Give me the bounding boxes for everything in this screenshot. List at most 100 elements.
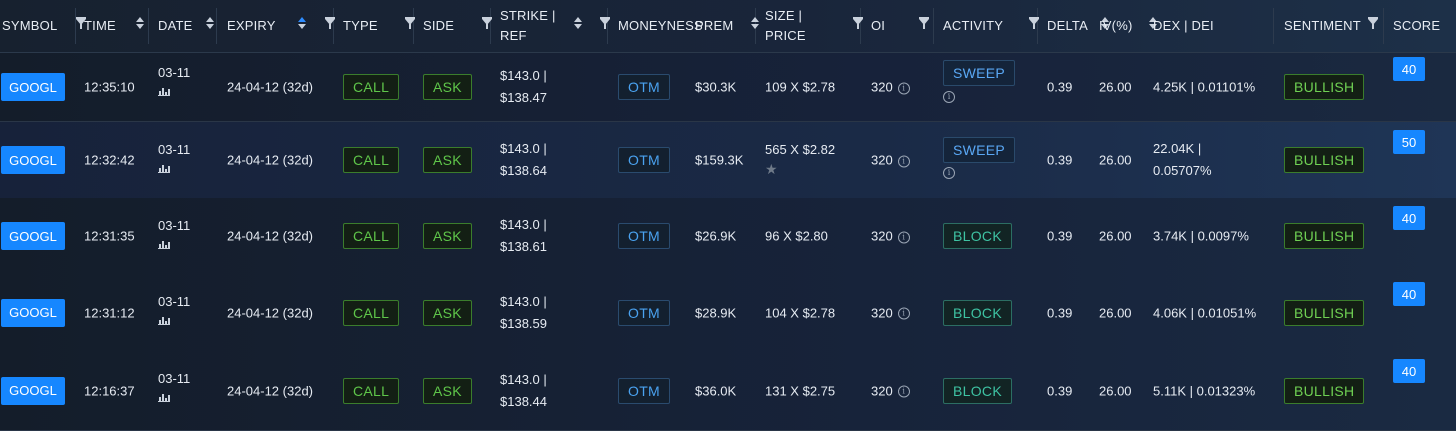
- symbol-button[interactable]: GOOGL: [1, 222, 65, 250]
- expiry-cell: 24-04-12 (32d): [227, 383, 313, 398]
- bar-chart-icon[interactable]: [158, 86, 170, 96]
- strike-value: $143.0 |: [500, 68, 547, 83]
- sentiment-badge: BULLISH: [1284, 74, 1365, 100]
- sentiment-badge: BULLISH: [1284, 377, 1365, 404]
- column-header-side[interactable]: SIDE: [423, 0, 454, 52]
- sort-icon[interactable]: [751, 17, 759, 29]
- bar-chart-icon[interactable]: [158, 392, 170, 402]
- table-row[interactable]: GOOGL 12:16:37 03-11 24-04-12 (32d) CALL ASK $…: [0, 351, 1456, 431]
- column-header-sentiment[interactable]: SENTIMENT: [1284, 0, 1361, 52]
- sort-icon[interactable]: [206, 17, 214, 29]
- column-label: EXPIRY: [227, 18, 276, 33]
- date-cell: 03-11: [158, 218, 190, 254]
- column-header-type[interactable]: TYPE: [343, 0, 378, 52]
- column-header-size[interactable]: SIZE | PRICE: [765, 0, 806, 52]
- filter-icon[interactable]: [482, 19, 492, 29]
- date-text: 03-11: [158, 142, 191, 157]
- oi-cell: 320 i: [871, 153, 910, 168]
- type-badge: CALL: [343, 147, 400, 173]
- info-icon[interactable]: i: [943, 91, 955, 103]
- score-badge[interactable]: 40: [1393, 57, 1425, 81]
- table-row[interactable]: GOOGL 12:32:42 03-11 24-04-12 (32d) CALL ASK $…: [0, 122, 1456, 199]
- column-label: TYPE: [343, 18, 378, 33]
- filter-icon[interactable]: [919, 19, 929, 29]
- sentiment-badge: BULLISH: [1284, 299, 1365, 326]
- score-badge[interactable]: 40: [1393, 206, 1425, 230]
- size-value: 565 X $2.82: [765, 142, 836, 157]
- expiry-cell: 24-04-12 (32d): [227, 152, 313, 168]
- header-separator: [148, 8, 149, 44]
- strike-value: $143.0 |: [500, 371, 547, 387]
- column-header-iv[interactable]: IV(%): [1099, 0, 1133, 52]
- column-header-time[interactable]: TIME: [84, 0, 116, 52]
- moneyness-badge: OTM: [618, 147, 671, 173]
- activity-badge: BLOCK: [943, 223, 1012, 249]
- oi-value: 320: [871, 152, 893, 168]
- header-separator: [216, 8, 217, 44]
- star-icon[interactable]: ★: [765, 161, 835, 178]
- info-icon[interactable]: i: [943, 167, 955, 179]
- score-badge[interactable]: 50: [1393, 130, 1425, 154]
- filter-icon[interactable]: [325, 19, 335, 29]
- info-icon[interactable]: i: [897, 82, 910, 95]
- column-header-prem[interactable]: PREM: [695, 0, 733, 52]
- delta-cell: 0.39: [1047, 152, 1073, 168]
- column-header-oi[interactable]: OI: [871, 0, 885, 52]
- table-row[interactable]: GOOGL 12:31:35 03-11 24-04-12 (32d) CALL ASK $…: [0, 198, 1456, 275]
- ref-value: $138.64: [500, 163, 547, 178]
- bar-chart-icon[interactable]: [158, 163, 170, 173]
- column-header-delta[interactable]: DELTA: [1047, 0, 1088, 52]
- column-header-symbol[interactable]: SYMBOL: [2, 0, 57, 52]
- filter-icon[interactable]: [600, 19, 610, 29]
- filter-icon[interactable]: [405, 19, 415, 29]
- column-label: STRIKE |: [500, 8, 556, 23]
- oi-cell: 320 i: [871, 229, 910, 244]
- sentiment-badge: BULLISH: [1284, 223, 1365, 249]
- oi-value: 320: [871, 305, 893, 320]
- time-cell: 12:31:35: [84, 228, 135, 244]
- oi-value: 320: [871, 228, 893, 244]
- filter-icon[interactable]: [853, 19, 863, 29]
- info-icon[interactable]: i: [897, 155, 910, 168]
- expiry-cell: 24-04-12 (32d): [227, 305, 313, 320]
- bar-chart-icon[interactable]: [158, 239, 170, 249]
- column-header-date[interactable]: DATE: [158, 0, 193, 52]
- symbol-button[interactable]: GOOGL: [1, 376, 65, 405]
- dei-value: 0.05707%: [1153, 163, 1212, 178]
- column-header-score[interactable]: SCORE: [1393, 0, 1440, 52]
- column-header-strike[interactable]: STRIKE | REF: [500, 0, 556, 52]
- size-price-cell: 131 X $2.75: [765, 383, 836, 398]
- sort-icon[interactable]: [298, 17, 306, 29]
- bar-chart-icon[interactable]: [158, 315, 170, 325]
- table-row[interactable]: GOOGL 12:31:12 03-11 24-04-12 (32d) CALL ASK $…: [0, 274, 1456, 352]
- column-header-moneyness[interactable]: MONEYNESS: [618, 0, 703, 52]
- side-badge: ASK: [423, 147, 472, 173]
- column-label: MONEYNESS: [618, 18, 703, 33]
- ref-value: $138.47: [500, 90, 547, 105]
- info-icon[interactable]: i: [897, 307, 910, 320]
- filter-icon[interactable]: [1368, 19, 1378, 29]
- info-icon[interactable]: i: [897, 231, 910, 244]
- score-badge[interactable]: 40: [1393, 282, 1425, 306]
- column-header-expiry[interactable]: EXPIRY: [227, 0, 276, 52]
- date-text: 03-11: [158, 294, 191, 309]
- column-label: DATE: [158, 18, 193, 33]
- info-icon[interactable]: i: [897, 385, 910, 398]
- symbol-button[interactable]: GOOGL: [1, 146, 65, 174]
- time-cell: 12:32:42: [84, 152, 135, 168]
- date-text: 03-11: [158, 371, 191, 386]
- ref-value: $138.59: [500, 315, 547, 331]
- moneyness-badge: OTM: [618, 377, 671, 404]
- column-header-activity[interactable]: ACTIVITY: [943, 0, 1003, 52]
- size-price-cell: 104 X $2.78: [765, 305, 836, 320]
- symbol-button[interactable]: GOOGL: [1, 298, 65, 327]
- filter-icon[interactable]: [1029, 19, 1039, 29]
- sort-icon[interactable]: [574, 17, 582, 29]
- premium-cell: $26.9K: [695, 228, 737, 244]
- table-row[interactable]: GOOGL 12:35:10 03-11 24-04-12 (32d) CALL ASK $…: [0, 53, 1456, 122]
- symbol-button[interactable]: GOOGL: [1, 73, 65, 101]
- type-badge: CALL: [343, 223, 400, 249]
- sort-icon[interactable]: [136, 17, 144, 29]
- column-header-dex[interactable]: DEX | DEI: [1153, 0, 1214, 52]
- score-badge[interactable]: 40: [1393, 359, 1425, 383]
